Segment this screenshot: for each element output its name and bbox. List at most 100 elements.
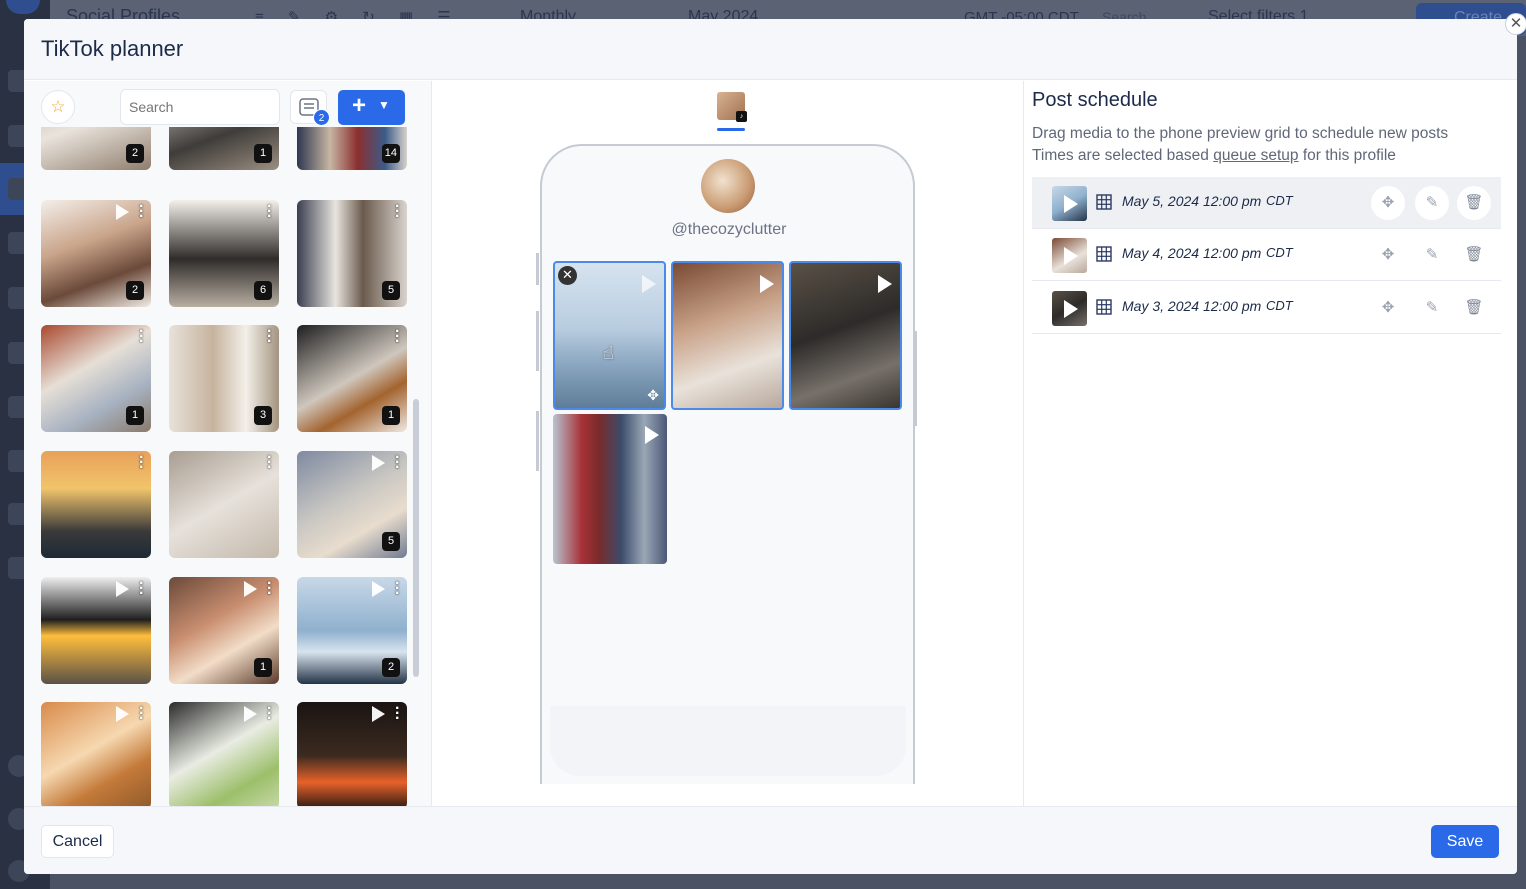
modal-header: TikTok planner: [24, 19, 1517, 80]
more-options-icon[interactable]: · · ·: [139, 577, 145, 602]
more-options-icon[interactable]: · · ·: [395, 577, 401, 602]
cancel-button[interactable]: Cancel: [41, 825, 114, 858]
profile-tab-avatar[interactable]: ♪: [717, 92, 747, 122]
edit-icon[interactable]: ✎: [1415, 186, 1449, 220]
schedule-title: Post schedule: [1032, 89, 1158, 111]
media-tile[interactable]: · · ·: [41, 702, 151, 806]
media-tile[interactable]: · · · 1: [41, 325, 151, 432]
remove-post-icon[interactable]: ✕: [558, 266, 577, 285]
more-options-icon[interactable]: · · ·: [395, 702, 401, 727]
phone-side-button: [536, 311, 539, 371]
schedule-row[interactable]: May 3, 2024 12:00 pm CDT ✥ ✎ 🗑: [1032, 282, 1501, 334]
tiktok-planner-modal: TikTok planner ☆ 2 + ▼ 2114···2···6···5·…: [24, 19, 1517, 874]
play-icon: [1064, 247, 1078, 265]
media-tile[interactable]: · · · 5: [297, 200, 407, 307]
media-tile[interactable]: · · ·: [169, 702, 279, 806]
schedule-date: May 5, 2024 12:00 pm: [1122, 193, 1262, 209]
filter-count-badge: 2: [313, 109, 330, 126]
modal-title: TikTok planner: [41, 36, 184, 61]
media-tile[interactable]: · · · 3: [169, 325, 279, 432]
preview-grid-post[interactable]: [789, 261, 902, 410]
play-icon: [116, 204, 129, 220]
add-media-button[interactable]: + ▼: [338, 90, 405, 125]
media-tile[interactable]: · · · 1: [169, 577, 279, 684]
pointer-hand-icon: ☝: [603, 343, 614, 363]
media-tile[interactable]: · · ·: [41, 577, 151, 684]
play-icon: [372, 706, 385, 722]
trash-icon[interactable]: 🗑: [1457, 238, 1491, 272]
media-library: ☆ 2 + ▼ 2114···2···6···5···1···3···1····…: [24, 81, 432, 806]
profile-tab-indicator: [717, 128, 745, 131]
media-tile[interactable]: · · · 2: [41, 200, 151, 307]
preview-grid-post[interactable]: ✕ ☝ ✥: [553, 261, 666, 410]
media-count-badge: 1: [126, 406, 144, 425]
play-icon: [1064, 300, 1078, 318]
close-icon[interactable]: ✕: [1505, 13, 1526, 35]
schedule-timezone: CDT: [1266, 298, 1293, 313]
move-icon[interactable]: ✥: [1371, 291, 1405, 325]
more-options-icon[interactable]: · · ·: [395, 451, 401, 476]
queue-setup-link[interactable]: queue setup: [1213, 147, 1298, 164]
more-options-icon[interactable]: · · ·: [267, 325, 273, 350]
phone-screen-bottom: [550, 706, 906, 776]
more-options-icon[interactable]: · · ·: [267, 200, 273, 225]
media-search-input[interactable]: [120, 89, 280, 125]
play-icon: [372, 455, 385, 471]
more-options-icon[interactable]: · · ·: [139, 702, 145, 727]
schedule-desc-post: for this profile: [1298, 147, 1396, 164]
play-icon: [642, 275, 656, 293]
media-tile[interactable]: · · ·: [297, 702, 407, 806]
phone-preview-panel: ♪ @thecozyclutter ✕ ☝ ✥: [433, 81, 1023, 806]
media-tile[interactable]: · · ·: [169, 451, 279, 558]
media-filter-button[interactable]: 2: [290, 90, 330, 126]
favorites-star-icon[interactable]: ☆: [41, 90, 75, 124]
media-tile[interactable]: · · ·: [41, 451, 151, 558]
move-icon[interactable]: ✥: [1371, 238, 1405, 272]
media-count-badge: 5: [382, 532, 400, 551]
modal-footer: Cancel Save: [24, 806, 1517, 874]
play-icon: [760, 275, 774, 293]
play-icon: [372, 581, 385, 597]
move-icon[interactable]: ✥: [1371, 186, 1405, 220]
post-thumbnail: [1052, 238, 1087, 273]
more-options-icon[interactable]: · · ·: [395, 200, 401, 225]
more-options-icon[interactable]: · · ·: [395, 325, 401, 350]
media-tile[interactable]: · · · 6: [169, 200, 279, 307]
profile-avatar: [701, 159, 755, 213]
save-button[interactable]: Save: [1431, 825, 1499, 858]
more-options-icon[interactable]: · · ·: [267, 451, 273, 476]
more-options-icon[interactable]: · · ·: [139, 200, 145, 225]
media-count-badge: 1: [254, 658, 272, 677]
more-options-icon[interactable]: · · ·: [267, 702, 273, 727]
play-icon: [645, 426, 659, 444]
media-tile[interactable]: · · · 2: [297, 577, 407, 684]
profile-handle: @thecozyclutter: [671, 221, 787, 238]
media-tile[interactable]: · · · 1: [297, 325, 407, 432]
edit-icon[interactable]: ✎: [1415, 291, 1449, 325]
more-options-icon[interactable]: · · ·: [139, 325, 145, 350]
background-logo: [6, 0, 40, 14]
media-count-badge: 14: [381, 144, 400, 163]
more-options-icon[interactable]: · · ·: [139, 451, 145, 476]
trash-icon[interactable]: 🗑: [1457, 291, 1491, 325]
media-scrollbar[interactable]: [413, 399, 419, 677]
edit-icon[interactable]: ✎: [1415, 238, 1449, 272]
play-icon: [1064, 195, 1078, 213]
play-icon: [878, 275, 892, 293]
schedule-timezone: CDT: [1266, 193, 1293, 208]
trash-icon[interactable]: 🗑: [1457, 186, 1491, 220]
schedule-row[interactable]: May 5, 2024 12:00 pm CDT ✥ ✎ 🗑: [1032, 177, 1501, 229]
preview-grid-post[interactable]: [671, 261, 784, 410]
play-icon: [244, 706, 257, 722]
post-thumbnail: [1052, 291, 1087, 326]
schedule-description: Drag media to the phone preview grid to …: [1032, 123, 1512, 167]
media-tile[interactable]: · · · 5: [297, 451, 407, 558]
move-icon[interactable]: ✥: [647, 387, 659, 404]
plus-icon: +: [352, 92, 367, 119]
chevron-down-icon: ▼: [378, 98, 390, 112]
media-count-badge: 5: [382, 281, 400, 300]
preview-grid-post[interactable]: [553, 414, 667, 564]
tiktok-icon: ♪: [736, 111, 747, 122]
more-options-icon[interactable]: · · ·: [267, 577, 273, 602]
schedule-row[interactable]: May 4, 2024 12:00 pm CDT ✥ ✎ 🗑: [1032, 229, 1501, 281]
